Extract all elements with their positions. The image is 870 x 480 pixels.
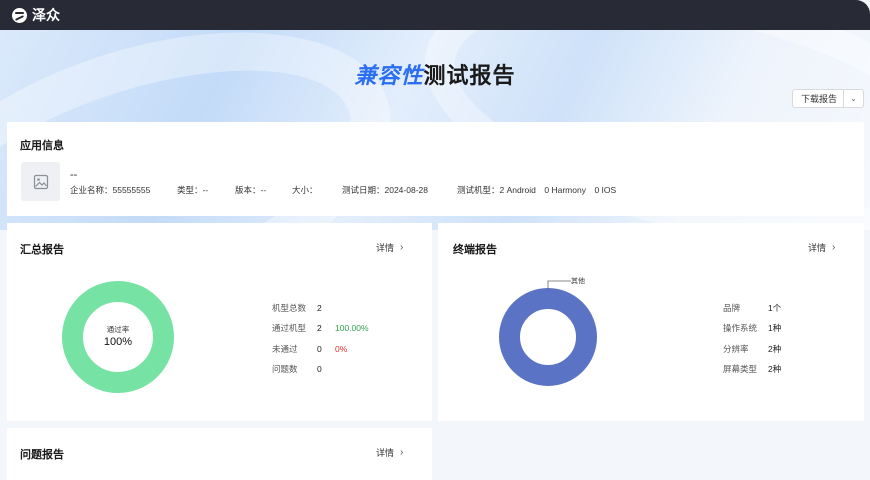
app-name: -- bbox=[70, 169, 78, 181]
slice-leader-line bbox=[547, 280, 571, 290]
app-image-icon bbox=[21, 162, 60, 201]
app-version: 版本：-- bbox=[235, 185, 267, 195]
chevron-right-icon[interactable]: › bbox=[832, 242, 835, 253]
issue-report-card: 问题报告 详情 › bbox=[7, 428, 432, 480]
page-title-highlight: 兼容性 bbox=[354, 63, 424, 88]
chevron-down-icon[interactable]: ⌄ bbox=[844, 94, 863, 103]
app-type: 类型：-- bbox=[177, 185, 209, 195]
pass-rate-value: 100% bbox=[103, 336, 133, 348]
summary-report-title: 汇总报告 bbox=[20, 244, 64, 256]
issue-detail-label[interactable]: 详情 bbox=[376, 446, 394, 459]
app-size: 大小： bbox=[292, 185, 318, 195]
logo-icon bbox=[12, 7, 27, 23]
test-date: 测试日期：2024-08-28 bbox=[342, 185, 428, 195]
stat-passed-devices: 通过机型 2 100.00% bbox=[272, 323, 369, 333]
terminal-detail-link[interactable]: 详情 › bbox=[808, 241, 835, 254]
page-title-rest: 测试报告 bbox=[423, 63, 516, 88]
stat-resolution: 分辨率 2种 bbox=[723, 344, 782, 354]
issue-detail-link[interactable]: 详情 › bbox=[376, 446, 403, 459]
terminal-donut-chart bbox=[499, 288, 597, 386]
brand-logo[interactable]: 泽众 bbox=[12, 5, 60, 25]
terminal-report-card: 终端报告 详情 › 其他 品牌 1个 操作系统 1种 分辨率 2种 屏幕类型 2种 bbox=[438, 223, 864, 421]
pass-percent: 100.00% bbox=[335, 323, 369, 333]
stat-brand: 品牌 1个 bbox=[723, 303, 782, 313]
pass-rate-label: 通过率 bbox=[106, 325, 130, 334]
issue-report-title: 问题报告 bbox=[20, 449, 64, 461]
stat-os: 操作系统 1种 bbox=[723, 323, 782, 333]
slice-label-other: 其他 bbox=[571, 278, 585, 285]
download-report-button[interactable]: 下载报告 ⌄ bbox=[792, 89, 864, 108]
summary-detail-label[interactable]: 详情 bbox=[376, 241, 394, 254]
terminal-ring bbox=[499, 288, 597, 386]
brand-name: 泽众 bbox=[32, 7, 60, 23]
chevron-right-icon[interactable]: › bbox=[400, 242, 403, 253]
summary-detail-link[interactable]: 详情 › bbox=[376, 241, 403, 254]
chevron-right-icon[interactable]: › bbox=[400, 447, 403, 458]
stat-total-devices: 机型总数 2 bbox=[272, 303, 322, 313]
page-title: 兼容性测试报告 bbox=[0, 58, 870, 90]
test-devices: 测试机型：2 Android 0 Harmony 0 IOS bbox=[457, 185, 617, 195]
app-info-card: 应用信息 -- 企业名称：55555555 类型：-- 版本：-- 大小： 测试… bbox=[7, 122, 864, 216]
app-info-title: 应用信息 bbox=[20, 140, 64, 152]
top-bar: 泽众 bbox=[0, 0, 870, 30]
stat-issue-count: 问题数 0 bbox=[272, 364, 322, 374]
terminal-detail-label[interactable]: 详情 bbox=[808, 241, 826, 254]
terminal-report-title: 终端报告 bbox=[453, 244, 497, 256]
download-report-label[interactable]: 下载报告 bbox=[793, 90, 845, 107]
fail-percent: 0% bbox=[335, 344, 348, 354]
stat-failed-devices: 未通过 0 0% bbox=[272, 344, 348, 354]
company-name: 企业名称：55555555 bbox=[70, 185, 151, 195]
summary-report-card: 汇总报告 详情 › 通过率 100% 机型总数 2 通过机型 2 100.00% 未通… bbox=[7, 223, 432, 421]
stat-screen-type: 屏幕类型 2种 bbox=[723, 364, 782, 374]
